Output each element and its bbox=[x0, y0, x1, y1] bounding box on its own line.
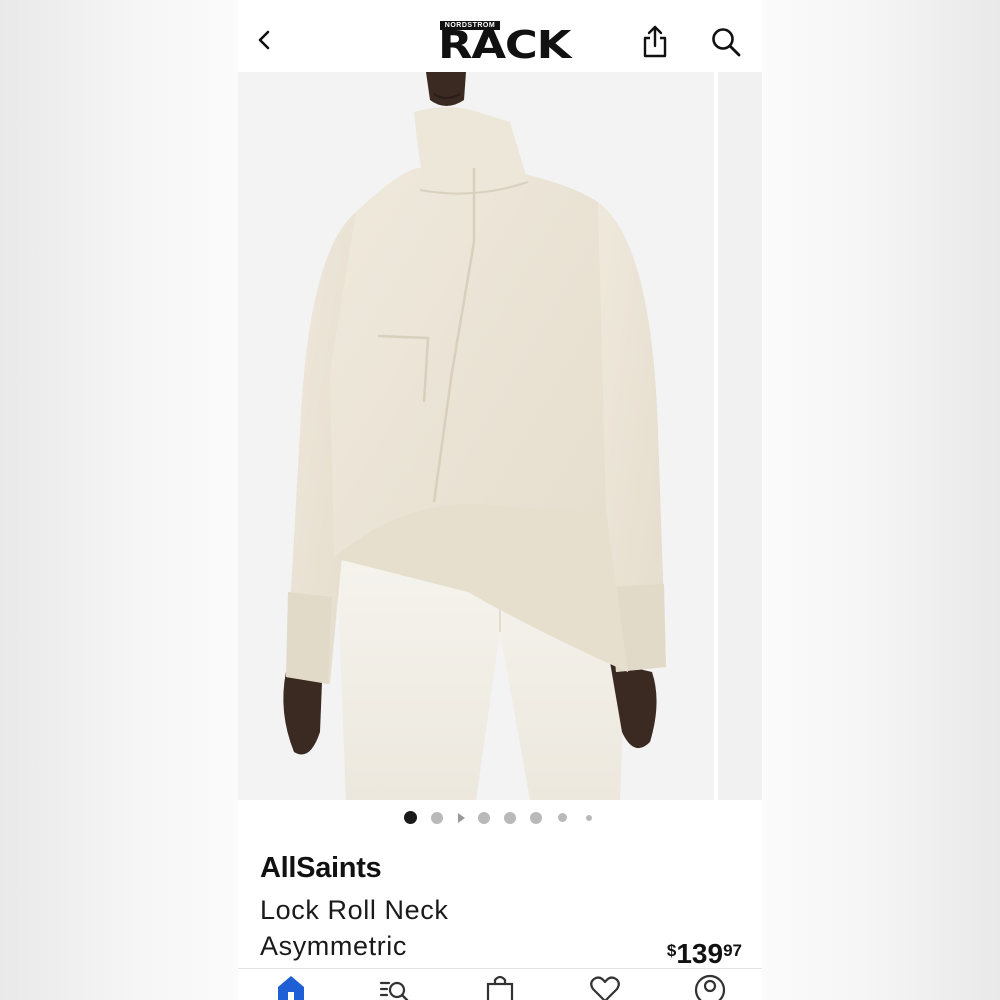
pagination-dot[interactable] bbox=[530, 812, 542, 824]
bottom-tab-bar bbox=[238, 968, 762, 1000]
price-currency: $ bbox=[666, 941, 677, 960]
next-product-photo-peek[interactable] bbox=[718, 72, 762, 800]
tab-bag[interactable] bbox=[483, 973, 517, 1000]
price-dollars: 139 bbox=[676, 938, 724, 969]
logo-big-text: RACK bbox=[438, 23, 571, 67]
heart-icon bbox=[590, 976, 620, 1000]
product-brand[interactable]: AllSaints bbox=[260, 852, 382, 885]
tab-home[interactable] bbox=[274, 973, 308, 1000]
pagination-dot[interactable] bbox=[431, 812, 443, 824]
search-icon bbox=[712, 28, 741, 57]
product-title-line2: Asymmetric bbox=[260, 931, 407, 961]
product-photo[interactable] bbox=[238, 72, 714, 800]
chevron-left-icon bbox=[258, 30, 270, 50]
tab-wishlist[interactable] bbox=[588, 973, 622, 1000]
tab-browse[interactable] bbox=[378, 973, 412, 1000]
share-button[interactable] bbox=[640, 24, 670, 60]
account-icon bbox=[694, 974, 726, 1000]
nordstrom-rack-logo[interactable]: NORDSTROM RACK bbox=[438, 18, 571, 66]
home-icon bbox=[278, 976, 304, 1000]
price-cents: 97 bbox=[723, 941, 742, 960]
pagination-dot[interactable] bbox=[504, 812, 516, 824]
pagination-dot[interactable] bbox=[558, 813, 567, 822]
search-button[interactable] bbox=[710, 26, 742, 58]
pagination-dot[interactable] bbox=[478, 812, 490, 824]
product-title-line1: Lock Roll Neck bbox=[260, 895, 449, 925]
share-icon bbox=[643, 25, 667, 58]
pagination-dot[interactable] bbox=[586, 815, 592, 821]
product-price: $13997 bbox=[667, 938, 742, 970]
tab-account[interactable] bbox=[693, 973, 727, 1000]
product-photo-illustration bbox=[283, 72, 666, 800]
browse-search-icon bbox=[379, 981, 409, 1000]
bag-icon bbox=[486, 975, 514, 1000]
back-button[interactable] bbox=[252, 26, 278, 54]
video-play-icon[interactable] bbox=[458, 813, 465, 823]
app-screen: NORDSTROM RACK AllSaints Lock Roll Neck … bbox=[238, 0, 762, 1000]
carousel-pagination bbox=[238, 808, 762, 828]
pagination-dot-active[interactable] bbox=[404, 811, 417, 824]
product-image-carousel[interactable] bbox=[238, 72, 762, 800]
top-nav-bar: NORDSTROM RACK bbox=[238, 0, 762, 73]
